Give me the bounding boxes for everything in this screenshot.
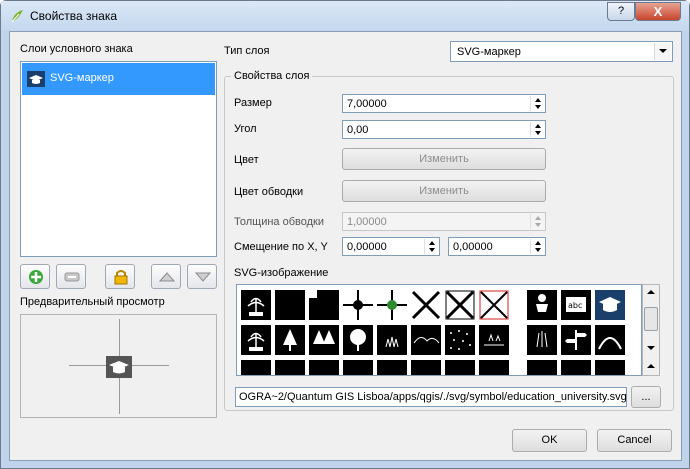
tree-round-icon[interactable] (343, 325, 373, 355)
row3-icon[interactable] (343, 360, 373, 375)
university-icon (106, 356, 132, 378)
lock-icon (114, 270, 128, 285)
offset-x-value: 0,00000 (347, 241, 387, 253)
x-box-red-icon[interactable] (479, 290, 509, 320)
spin-arrows[interactable] (530, 122, 544, 137)
border-color-label: Цвет обводки (234, 186, 304, 198)
symbol-preview (20, 314, 217, 418)
remove-layer-button[interactable] (56, 264, 86, 289)
scroll-thumb[interactable] (644, 307, 658, 331)
signpost-icon[interactable] (561, 325, 591, 355)
dialog-body: Слои условного знака SVG-маркер Предвари… (9, 31, 682, 461)
add-layer-button[interactable] (20, 264, 50, 289)
layers-label: Слои условного знака (20, 43, 133, 55)
x-mark-icon[interactable] (411, 290, 441, 320)
list-item[interactable]: SVG-маркер (22, 63, 215, 95)
window-title: Свойства знака (30, 9, 118, 23)
svg-image-label: SVG-изображение (234, 267, 329, 279)
dots-icon[interactable] (445, 325, 475, 355)
minus-icon (64, 272, 80, 282)
tree-icon[interactable] (275, 325, 305, 355)
angle-value: 0,00 (347, 124, 369, 136)
abc-icon[interactable]: abc (561, 290, 591, 320)
offset-x-spinbox[interactable]: 0,00000 (342, 237, 440, 256)
crosshair-green-icon[interactable] (377, 290, 407, 320)
baby-icon[interactable] (527, 290, 557, 320)
scroll-up-icon[interactable] (645, 361, 657, 371)
layer-type-label: Тип слоя (224, 45, 270, 57)
color-change-button[interactable]: Изменить (342, 148, 546, 170)
titlebar: Свойства знака ? X (1, 1, 689, 31)
plus-icon (29, 270, 43, 284)
x-box-icon[interactable] (445, 290, 475, 320)
border-width-value: 1,00000 (347, 216, 387, 228)
size-value: 7,00000 (347, 98, 387, 110)
browse-button[interactable]: ... (631, 386, 661, 408)
cancel-button[interactable]: Cancel (597, 429, 672, 452)
angle-label: Угол (234, 123, 257, 135)
arrow-up-icon (158, 272, 176, 282)
layer-label: SVG-маркер (50, 72, 114, 84)
ok-button[interactable]: OK (512, 429, 587, 452)
filled-square-icon[interactable] (275, 290, 305, 320)
offset-label: Смещение по X, Y (234, 241, 328, 253)
layer-properties-title: Свойства слоя (231, 70, 313, 82)
move-down-button[interactable] (187, 264, 217, 289)
layers-list[interactable]: SVG-маркер (20, 61, 217, 257)
border-color-change-button[interactable]: Изменить (342, 180, 546, 202)
angle-spinbox[interactable]: 0,00 (342, 120, 546, 139)
row3-icon[interactable] (479, 360, 509, 375)
scroll-down-icon[interactable] (645, 343, 657, 353)
lock-layer-button[interactable] (105, 264, 135, 289)
crosshair-icon[interactable] (343, 290, 373, 320)
trees-icon[interactable] (309, 325, 339, 355)
size-spinbox[interactable]: 7,00000 (342, 94, 546, 113)
border-width-spinbox[interactable]: 1,00000 (342, 212, 546, 231)
svg-text:abc: abc (568, 301, 582, 310)
preview-label: Предварительный просмотр (20, 296, 165, 308)
spin-arrows[interactable] (530, 214, 544, 229)
layer-type-select[interactable]: SVG-маркер (450, 41, 673, 62)
border-width-label: Толщина обводки (234, 216, 324, 228)
move-up-button[interactable] (151, 264, 181, 289)
mound-icon[interactable] (595, 325, 625, 355)
icon-grid-scrollbar[interactable] (642, 284, 660, 376)
svg-icon-grid[interactable]: abc (236, 284, 642, 376)
fountain-icon[interactable] (241, 325, 271, 355)
spin-arrows[interactable] (424, 239, 438, 254)
row3-icon[interactable] (275, 360, 305, 375)
help-button[interactable]: ? (607, 2, 635, 21)
offset-y-spinbox[interactable]: 0,00000 (448, 237, 546, 256)
university-icon[interactable] (595, 290, 625, 320)
row3-icon[interactable] (527, 360, 557, 375)
spin-arrows[interactable] (530, 96, 544, 111)
row3-icon[interactable] (241, 360, 271, 375)
square-notch-icon[interactable] (309, 290, 339, 320)
dialog-window: Свойства знака ? X Слои условного знака … (0, 0, 690, 469)
row3-icon[interactable] (445, 360, 475, 375)
size-label: Размер (234, 97, 272, 109)
fountain-icon[interactable] (241, 290, 271, 320)
layer-type-value: SVG-маркер (457, 46, 521, 58)
svg-path-value: OGRA~2/Quantum GIS Lisboa/apps/qgis/./sv… (239, 391, 627, 403)
university-icon (27, 71, 45, 87)
chevron-down-icon[interactable] (654, 43, 671, 60)
grass-icon[interactable] (377, 325, 407, 355)
color-label: Цвет (234, 154, 259, 166)
row3-icon[interactable] (411, 360, 441, 375)
row3-icon[interactable] (309, 360, 339, 375)
close-button[interactable]: X (635, 2, 681, 21)
marsh-icon[interactable] (479, 325, 509, 355)
row3-icon[interactable] (595, 360, 625, 375)
hills-icon[interactable] (411, 325, 441, 355)
spin-arrows[interactable] (530, 239, 544, 254)
offset-y-value: 0,00000 (453, 241, 493, 253)
row3-icon[interactable] (561, 360, 591, 375)
reeds-icon[interactable] (527, 325, 557, 355)
row3-icon[interactable] (377, 360, 407, 375)
qgis-logo-icon (11, 10, 23, 23)
arrow-down-icon (194, 272, 212, 282)
svg-path-field[interactable]: OGRA~2/Quantum GIS Lisboa/apps/qgis/./sv… (235, 387, 627, 407)
scroll-up-icon[interactable] (645, 287, 657, 297)
